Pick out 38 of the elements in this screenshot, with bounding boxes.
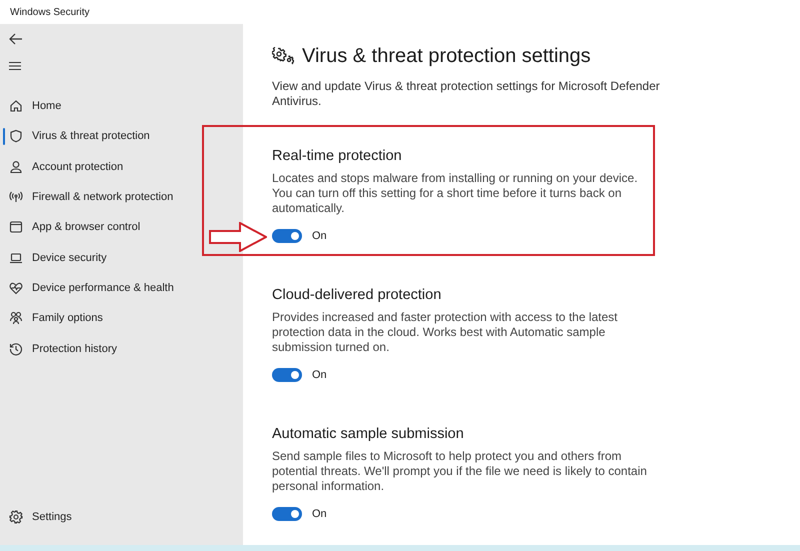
arrow-icon bbox=[209, 222, 267, 252]
laptop-icon bbox=[9, 250, 23, 265]
toggle-switch[interactable] bbox=[272, 229, 302, 243]
page-description: View and update Virus & threat protection settings for Microsoft Defender Antivirus. bbox=[272, 79, 661, 109]
setting-title: Real-time protection bbox=[272, 147, 403, 165]
settings-nav-item[interactable]: Settings bbox=[0, 502, 84, 532]
toggle-switch[interactable] bbox=[272, 507, 302, 521]
settings-icon bbox=[9, 510, 23, 524]
nav-item[interactable]: Protection history bbox=[0, 333, 129, 364]
setting-description: Provides increased and faster protection with access to the latest protection data in the cloud. Works best with Automatic sample submission turned on. bbox=[272, 310, 619, 355]
heart-icon bbox=[9, 280, 23, 295]
antenna-icon bbox=[9, 190, 23, 204]
menu-icon[interactable] bbox=[9, 62, 21, 70]
nav-item[interactable]: App & browser control bbox=[0, 212, 152, 242]
window-title: Windows Security bbox=[10, 6, 90, 18]
nav-item[interactable]: Home bbox=[0, 91, 74, 122]
toggle-label: On bbox=[312, 508, 327, 520]
setting-title: Automatic sample submission bbox=[272, 425, 465, 443]
setting-description: Locates and stops malware from installing or running on your device. You can turn off this setting for a short time before it turns back on automatically. bbox=[272, 171, 639, 216]
nav-item[interactable]: Device security bbox=[0, 242, 119, 273]
toggle-label: On bbox=[312, 230, 327, 242]
history-icon bbox=[9, 342, 23, 356]
nav-item[interactable]: Family options bbox=[0, 303, 115, 334]
nav-item[interactable]: Firewall & network protection bbox=[0, 182, 186, 212]
nav-item[interactable]: Account protection bbox=[0, 152, 136, 182]
nav-item[interactable]: Device performance & health bbox=[0, 272, 186, 304]
gears-icon bbox=[272, 47, 294, 65]
setting-description: Send sample files to Microsoft to help protect you and others from potential threats. We'll prompt you if the file we need is likely to contain personal information. bbox=[272, 449, 648, 494]
home-icon bbox=[9, 99, 23, 114]
setting-title: Cloud-delivered protection bbox=[272, 286, 442, 304]
toggle-label: On bbox=[312, 369, 327, 381]
window-icon bbox=[9, 220, 23, 234]
people-icon bbox=[9, 311, 23, 326]
back-arrow-icon[interactable] bbox=[9, 33, 23, 45]
person-icon bbox=[9, 160, 23, 174]
shield-icon bbox=[9, 129, 23, 144]
page-title: Virus & threat protection settings bbox=[302, 44, 591, 68]
toggle-switch[interactable] bbox=[272, 368, 302, 382]
